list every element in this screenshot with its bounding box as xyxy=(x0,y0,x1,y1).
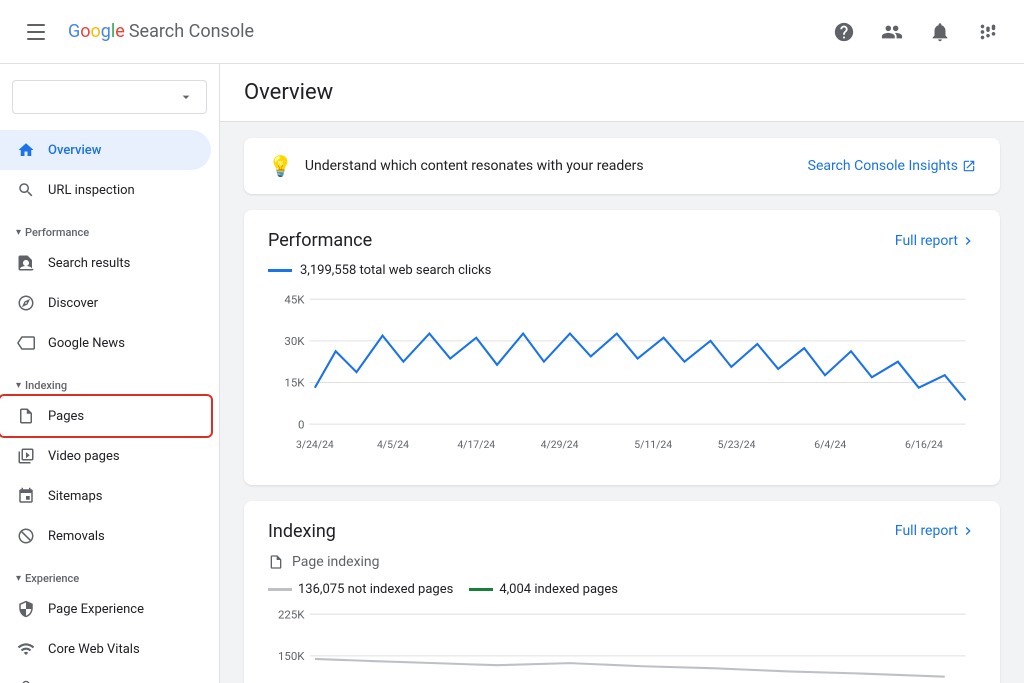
svg-text:5/11/24: 5/11/24 xyxy=(634,438,672,451)
app-logo: Google Search Console xyxy=(68,21,254,42)
indexed-legend: 4,004 indexed pages xyxy=(469,582,618,597)
discover-icon xyxy=(16,293,36,313)
indexing-chart-svg: 225K 150K 75K xyxy=(268,609,976,683)
pages-icon xyxy=(16,406,36,426)
chevron-right-icon-indexing xyxy=(960,523,976,539)
svg-text:3/24/24: 3/24/24 xyxy=(296,438,334,451)
sidebar: Overview URL inspection ▾ Performance Se… xyxy=(0,64,220,683)
notification-button[interactable] xyxy=(920,12,960,52)
indexing-full-report-link[interactable]: Full report xyxy=(895,523,976,539)
insight-text: Understand which content resonates with … xyxy=(305,158,796,174)
svg-text:30K: 30K xyxy=(284,334,305,348)
chevron-icon-indexing: ▾ xyxy=(16,380,21,391)
performance-legend: 3,199,558 total web search clicks xyxy=(268,263,976,278)
sidebar-item-google-news[interactable]: Google News xyxy=(0,323,211,363)
legend-line-blue xyxy=(268,269,292,272)
svg-text:225K: 225K xyxy=(278,609,305,621)
chevron-down-icon xyxy=(178,89,194,105)
core-web-vitals-icon xyxy=(16,639,36,659)
indexing-card: Indexing Full report Page indexing 136,0… xyxy=(244,501,1000,683)
sidebar-item-page-experience[interactable]: Page Experience xyxy=(0,589,211,629)
indexing-card-header: Indexing Full report xyxy=(268,521,976,542)
sidebar-item-discover[interactable]: Discover xyxy=(0,283,211,323)
url-inspection-label: URL inspection xyxy=(48,183,135,198)
performance-chart-svg: 45K 30K 15K 0 3/24/24 4/5/24 4/17/24 4/2… xyxy=(268,294,976,461)
sidebar-item-pages[interactable]: Pages xyxy=(0,396,211,436)
svg-text:5/23/24: 5/23/24 xyxy=(718,438,756,451)
search-icon xyxy=(16,180,36,200)
video-pages-icon xyxy=(16,446,36,466)
apps-button[interactable] xyxy=(968,12,1008,52)
layout: Overview URL inspection ▾ Performance Se… xyxy=(0,64,1024,683)
sidebar-item-search-results[interactable]: Search results xyxy=(0,243,211,283)
main-content: Overview 💡 Understand which content reso… xyxy=(220,64,1024,683)
search-results-icon xyxy=(16,253,36,273)
indexing-legend: 136,075 not indexed pages 4,004 indexed … xyxy=(268,582,976,597)
chevron-right-icon xyxy=(960,233,976,249)
performance-card-title: Performance xyxy=(268,230,372,251)
page-indexing-icon xyxy=(268,554,284,570)
overview-label: Overview xyxy=(48,143,101,158)
sidebar-item-core-web-vitals[interactable]: Core Web Vitals xyxy=(0,629,211,669)
help-button[interactable] xyxy=(824,12,864,52)
section-indexing: ▾ Indexing xyxy=(0,363,219,396)
topbar: Google Search Console xyxy=(0,0,1024,64)
performance-full-report-link[interactable]: Full report xyxy=(895,233,976,249)
chevron-icon-experience: ▾ xyxy=(16,573,21,584)
not-indexed-legend: 136,075 not indexed pages xyxy=(268,582,453,597)
sidebar-item-overview[interactable]: Overview xyxy=(0,130,211,170)
insight-banner: 💡 Understand which content resonates wit… xyxy=(244,138,1000,194)
page-experience-icon xyxy=(16,599,36,619)
performance-card: Performance Full report 3,199,558 total … xyxy=(244,210,1000,485)
news-icon xyxy=(16,333,36,353)
sitemaps-icon xyxy=(16,486,36,506)
home-icon xyxy=(16,140,36,160)
section-performance: ▾ Performance xyxy=(0,210,219,243)
indexing-sub-label: Page indexing xyxy=(268,554,976,570)
legend-line-gray xyxy=(268,588,292,591)
svg-text:6/16/24: 6/16/24 xyxy=(905,438,943,451)
svg-text:0: 0 xyxy=(298,417,304,431)
legend-line-green xyxy=(469,588,493,591)
performance-card-header: Performance Full report xyxy=(268,230,976,251)
chevron-icon: ▾ xyxy=(16,227,21,238)
svg-text:6/4/24: 6/4/24 xyxy=(814,438,846,451)
sidebar-item-sitemaps[interactable]: Sitemaps xyxy=(0,476,211,516)
sidebar-item-https[interactable]: HTTPS xyxy=(0,669,211,683)
svg-text:4/17/24: 4/17/24 xyxy=(457,438,495,451)
svg-text:150K: 150K xyxy=(278,649,305,663)
removals-icon xyxy=(16,526,36,546)
menu-button[interactable] xyxy=(16,12,56,52)
page-title: Overview xyxy=(220,64,1024,122)
app-title: Search Console xyxy=(129,21,254,42)
svg-text:4/5/24: 4/5/24 xyxy=(377,438,409,451)
performance-legend-text: 3,199,558 total web search clicks xyxy=(300,263,491,278)
indexing-card-title: Indexing xyxy=(268,521,336,542)
insight-link[interactable]: Search Console Insights xyxy=(808,158,976,174)
property-selector[interactable] xyxy=(12,80,207,114)
lightbulb-icon: 💡 xyxy=(268,154,293,178)
svg-text:4/29/24: 4/29/24 xyxy=(541,438,579,451)
sidebar-item-video-pages[interactable]: Video pages xyxy=(0,436,211,476)
svg-text:45K: 45K xyxy=(284,294,305,306)
svg-text:15K: 15K xyxy=(284,376,305,390)
indexing-chart: 225K 150K 75K xyxy=(268,609,976,683)
https-icon xyxy=(16,679,36,683)
performance-chart: 45K 30K 15K 0 3/24/24 4/5/24 4/17/24 4/2… xyxy=(268,294,976,465)
sidebar-item-url-inspection[interactable]: URL inspection xyxy=(0,170,211,210)
section-experience: ▾ Experience xyxy=(0,556,219,589)
account-button[interactable] xyxy=(872,12,912,52)
cards-container: 💡 Understand which content resonates wit… xyxy=(220,122,1024,683)
sidebar-item-removals[interactable]: Removals xyxy=(0,516,211,556)
external-link-icon xyxy=(962,159,976,173)
topbar-actions xyxy=(824,12,1008,52)
